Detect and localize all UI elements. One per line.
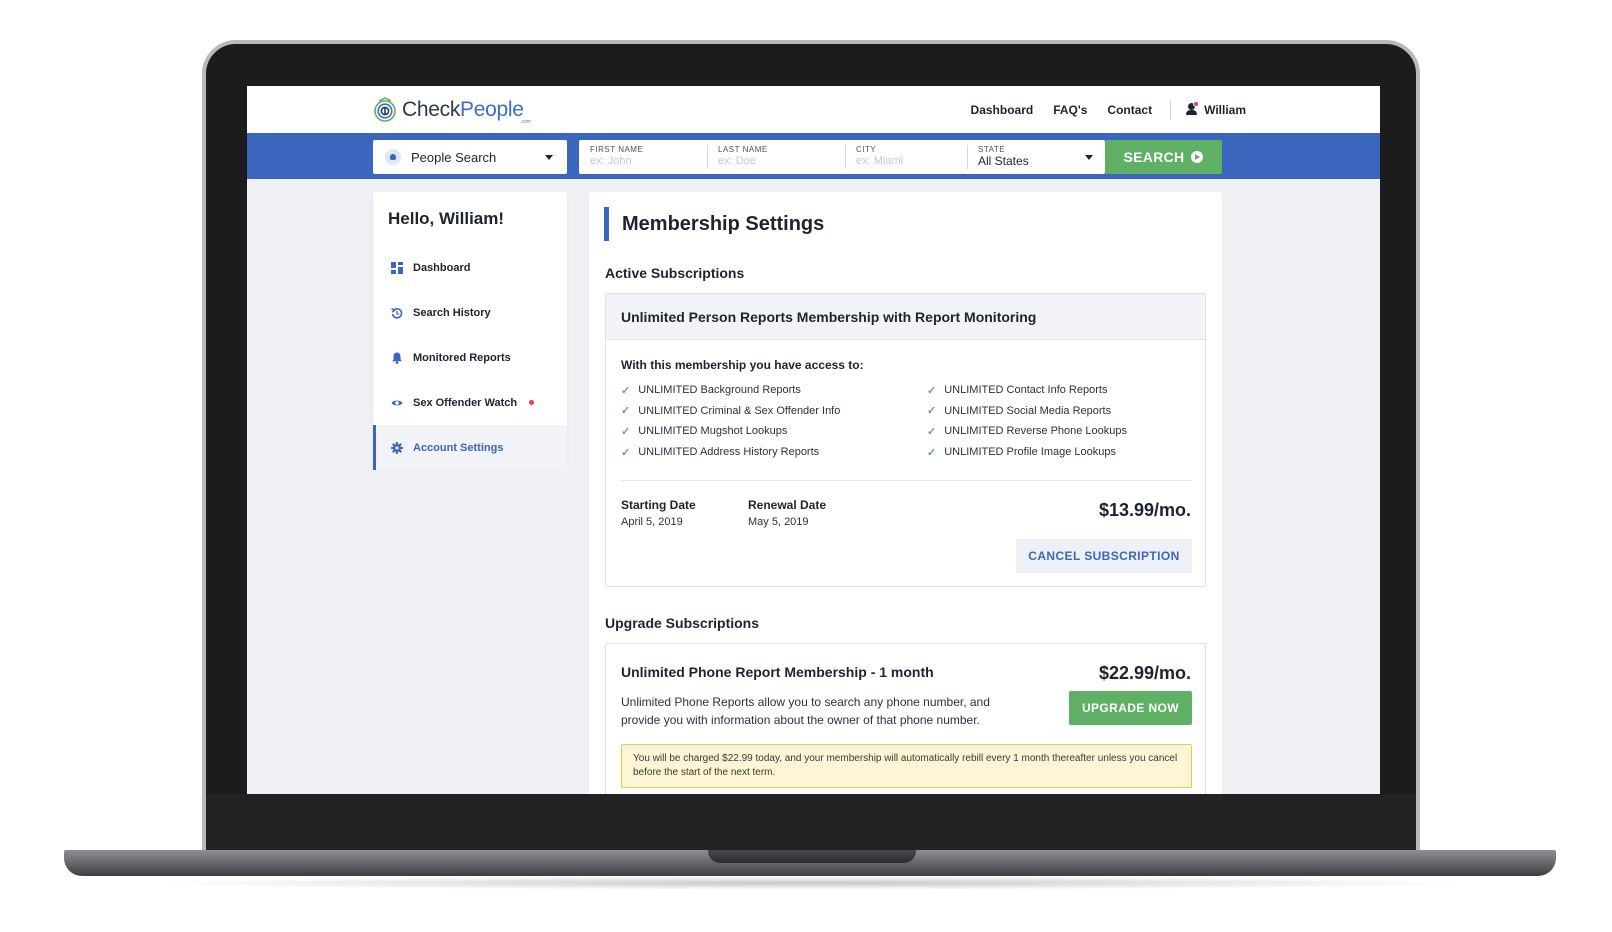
nav-dashboard[interactable]: Dashboard [971, 103, 1034, 117]
upgrade-card: Unlimited Phone Report Membership - 1 mo… [605, 643, 1206, 794]
nav-divider [1170, 99, 1172, 120]
sidebar-item-dashboard[interactable]: Dashboard [373, 245, 567, 290]
first-name-input[interactable]: ex: John [590, 155, 707, 167]
membership-settings-panel: Membership Settings Active Subscriptions… [589, 192, 1222, 794]
check-icon: ✓ [927, 425, 937, 438]
user-name: William [1204, 102, 1246, 117]
first-name-field[interactable]: FIRST NAME ex: John [579, 140, 707, 174]
sidebar-item-label: Search History [413, 306, 491, 319]
search-bar: People Search FIRST NAME ex: John LAST N… [247, 133, 1380, 179]
top-navigation-bar: CheckPeople .com Dashboard FAQ's Contact… [247, 86, 1380, 133]
list-item: ✓ UNLIMITED Social Media Reports [927, 404, 1112, 418]
city-label: CITY [856, 145, 877, 154]
last-name-field[interactable]: LAST NAME ex: Doe [707, 140, 845, 174]
fingerprint-logo-icon [374, 97, 396, 122]
laptop-bezel-bottom [206, 794, 1416, 850]
nav-faqs[interactable]: FAQ's [1053, 103, 1087, 117]
upgrade-description: Unlimited Phone Reports allow you to sea… [621, 695, 990, 727]
search-fields: FIRST NAME ex: John LAST NAME ex: Doe CI… [579, 140, 1105, 174]
logo[interactable]: CheckPeople .com [373, 94, 531, 126]
last-name-label: LAST NAME [718, 145, 768, 154]
cancel-subscription-button[interactable]: CANCEL SUBSCRIPTION [1016, 539, 1192, 573]
list-item: ✓ UNLIMITED Mugshot Lookups [621, 425, 788, 438]
app-screen: CheckPeople .com Dashboard FAQ's Contact… [247, 86, 1380, 794]
search-type-dropdown[interactable]: People Search [373, 140, 567, 174]
renewal-date-label: Renewal Date [748, 498, 827, 512]
list-item: ✓ UNLIMITED Contact Info Reports [927, 384, 1108, 397]
city-input[interactable]: ex: Miami [856, 155, 967, 167]
check-icon: ✓ [927, 446, 937, 459]
subscription-name: Unlimited Person Reports Membership with… [606, 294, 1205, 340]
history-icon [391, 307, 403, 319]
check-icon: ✓ [927, 384, 937, 397]
chevron-down-icon [1085, 155, 1093, 160]
arrow-right-icon [1191, 151, 1204, 163]
search-type-label: People Search [411, 149, 497, 165]
page-title: Membership Settings [604, 207, 824, 241]
user-icon [1185, 101, 1200, 116]
active-subscriptions-heading: Active Subscriptions [605, 265, 745, 281]
divider [621, 480, 1192, 481]
list-item: ✓ UNLIMITED Background Reports [621, 384, 801, 397]
person-icon [385, 149, 401, 165]
list-item: ✓ UNLIMITED Criminal & Sex Offender Info [621, 404, 841, 418]
renewal-date-value: May 5, 2019 [748, 516, 809, 528]
list-item: ✓ UNLIMITED Profile Image Lookups [927, 446, 1117, 459]
account-sidebar: Hello, William! Dashboard Search History… [373, 192, 567, 470]
check-icon: ✓ [927, 405, 937, 418]
sidebar-item-label: Monitored Reports [413, 351, 511, 364]
upgrade-price: $22.99/mo. [1098, 663, 1191, 683]
logo-text: CheckPeople [402, 98, 524, 121]
starting-date-label: Starting Date [621, 498, 696, 512]
sidebar-item-label: Dashboard [413, 261, 471, 274]
check-icon: ✓ [621, 384, 631, 397]
list-item: ✓ UNLIMITED Address History Reports [621, 446, 820, 459]
eye-icon [391, 400, 403, 405]
upgrade-name: Unlimited Phone Report Membership - 1 mo… [621, 664, 934, 680]
first-name-label: FIRST NAME [590, 145, 644, 154]
greeting: Hello, William! [388, 209, 505, 228]
laptop-shadow [140, 876, 1480, 890]
upgrade-subscriptions-heading: Upgrade Subscriptions [605, 615, 760, 631]
subscription-price: $13.99/mo. [1098, 500, 1191, 520]
gear-icon [391, 441, 403, 454]
search-button-label: SEARCH [1123, 149, 1185, 165]
feature-list-right: ✓ UNLIMITED Contact Info Reports ✓ UNLIMIT… [927, 380, 1127, 462]
user-menu[interactable]: William [1185, 101, 1246, 117]
starting-date-value: April 5, 2019 [621, 516, 683, 528]
state-label: STATE [978, 145, 1006, 154]
state-select[interactable]: STATE All States [967, 140, 1105, 174]
nav-contact[interactable]: Contact [1107, 103, 1152, 117]
chevron-down-icon [545, 155, 553, 160]
sidebar-item-label: Account Settings [413, 441, 504, 454]
dashboard-icon [391, 261, 403, 274]
notification-dot [529, 400, 535, 405]
check-icon: ✓ [621, 405, 631, 418]
check-icon: ✓ [621, 425, 631, 438]
sidebar-item-search-history[interactable]: Search History [373, 290, 567, 335]
laptop-notch [708, 850, 916, 863]
sidebar-item-account-settings[interactable]: Account Settings [373, 425, 567, 470]
logo-domain: .com [520, 119, 531, 125]
feature-list-left: ✓ UNLIMITED Background Reports ✓ UNLIMITED… [621, 380, 840, 462]
billing-notice: You will be charged $22.99 today, and yo… [621, 744, 1192, 788]
last-name-input[interactable]: ex: Doe [718, 155, 845, 167]
sidebar-item-monitored-reports[interactable]: Monitored Reports [373, 335, 567, 380]
search-button[interactable]: SEARCH [1105, 140, 1222, 174]
check-icon: ✓ [621, 446, 631, 459]
active-subscription-card: Unlimited Person Reports Membership with… [605, 293, 1206, 587]
upgrade-now-button[interactable]: UPGRADE NOW [1069, 691, 1192, 725]
top-nav: Dashboard FAQ's Contact William [951, 86, 1246, 133]
access-title: With this membership you have access to: [621, 358, 864, 372]
city-field[interactable]: CITY ex: Miami [845, 140, 967, 174]
bell-icon [392, 352, 402, 364]
list-item: ✓ UNLIMITED Reverse Phone Lookups [927, 425, 1128, 438]
sidebar-item-sex-offender-watch[interactable]: Sex Offender Watch [373, 380, 567, 425]
sidebar-item-label: Sex Offender Watch [413, 396, 518, 409]
